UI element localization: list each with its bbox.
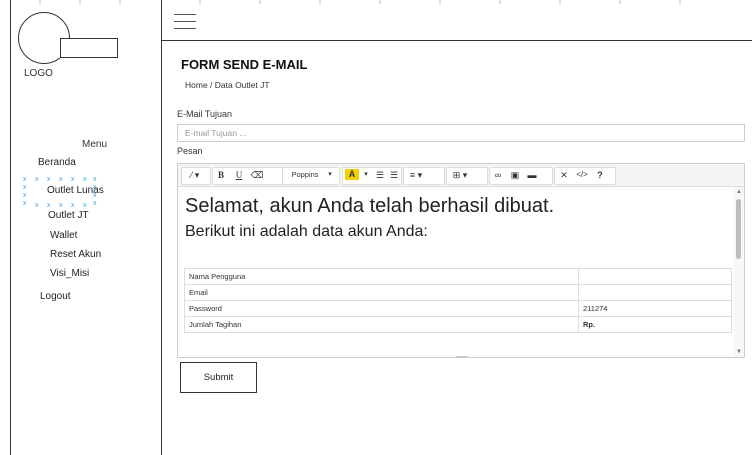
video-icon[interactable]: ▬ bbox=[525, 168, 539, 182]
table-cell-label: Nama Pengguna bbox=[184, 268, 579, 285]
table-cell-value: 211274 bbox=[578, 300, 732, 317]
underline-icon[interactable]: U bbox=[232, 168, 246, 182]
table-row: Jumlah Tagihan Rp. bbox=[184, 316, 732, 333]
editor-toolbar: ⁄ ▾ B U ⌫ Poppins ▾ A ▾ ☰ ☰ ≡ ▾ ⊞ ▾ ∞ ▣ … bbox=[178, 164, 744, 187]
top-bar bbox=[162, 0, 752, 41]
editor-scrollbar[interactable]: ▲ ▼ bbox=[734, 187, 744, 357]
sidebar-item-outlet-lunas[interactable]: Outlet Lunas bbox=[47, 185, 104, 196]
page-title: FORM SEND E-MAIL bbox=[181, 57, 308, 72]
link-icon[interactable]: ∞ bbox=[491, 168, 505, 182]
help-icon[interactable]: ? bbox=[593, 168, 607, 182]
scroll-down-icon[interactable]: ▼ bbox=[736, 349, 742, 355]
editor-content[interactable]: Selamat, akun Anda telah berhasil dibuat… bbox=[179, 187, 733, 357]
scroll-up-icon[interactable]: ▲ bbox=[736, 189, 742, 195]
ordered-list-icon[interactable]: ☰ bbox=[388, 168, 400, 182]
color-dropdown-icon[interactable]: ▾ bbox=[361, 168, 371, 182]
table-cell-value: Rp. bbox=[578, 316, 732, 333]
sidebar-item-beranda[interactable]: Beranda bbox=[38, 157, 76, 168]
code-view-icon[interactable]: </> bbox=[573, 168, 591, 182]
resize-grip[interactable] bbox=[456, 356, 468, 358]
scrollbar-thumb[interactable] bbox=[736, 199, 741, 259]
table-cell-label: Password bbox=[184, 300, 579, 317]
highlight-color-icon[interactable]: A bbox=[345, 169, 359, 180]
eraser-icon[interactable]: ⌫ bbox=[250, 168, 264, 182]
menu-title: Menu bbox=[82, 139, 108, 150]
fullscreen-icon[interactable]: ✕ bbox=[557, 168, 571, 182]
table-icon[interactable]: ⊞ ▾ bbox=[449, 168, 471, 182]
table-row: Email bbox=[184, 284, 732, 301]
sidebar-item-logout[interactable]: Logout bbox=[40, 291, 71, 302]
editor-heading: Selamat, akun Anda telah berhasil dibuat… bbox=[185, 195, 555, 217]
email-input[interactable] bbox=[177, 124, 745, 142]
table-row: Nama Pengguna bbox=[184, 268, 732, 285]
email-label: E-Mail Tujuan bbox=[177, 109, 233, 119]
submit-button[interactable]: Submit bbox=[180, 362, 257, 393]
sidebar-item-reset-akun[interactable]: Reset Akun bbox=[50, 249, 101, 260]
table-cell-label: Email bbox=[184, 284, 579, 301]
account-table: Nama Pengguna Email Password 211274 Juml… bbox=[184, 268, 732, 333]
sidebar-item-visi-misi[interactable]: Visi_Misi bbox=[50, 268, 89, 279]
image-icon[interactable]: ▣ bbox=[508, 168, 522, 182]
sidebar-item-wallet[interactable]: Wallet bbox=[50, 230, 77, 241]
logo-label: LOGO bbox=[24, 68, 53, 79]
breadcrumb[interactable]: Home / Data Outlet JT bbox=[185, 80, 270, 90]
table-cell-value bbox=[578, 268, 732, 285]
message-label: Pesan bbox=[177, 146, 203, 156]
table-row: Password 211274 bbox=[184, 300, 732, 317]
rich-text-editor[interactable]: ⁄ ▾ B U ⌫ Poppins ▾ A ▾ ☰ ☰ ≡ ▾ ⊞ ▾ ∞ ▣ … bbox=[177, 163, 745, 358]
logo-rect bbox=[60, 38, 118, 58]
font-name[interactable]: Poppins bbox=[285, 168, 325, 182]
chevron-down-icon[interactable]: ▾ bbox=[325, 168, 335, 182]
sidebar-item-outlet-jt[interactable]: Outlet JT bbox=[48, 210, 89, 221]
table-cell-label: Jumlah Tagihan bbox=[184, 316, 579, 333]
hamburger-menu-icon[interactable] bbox=[174, 14, 196, 30]
editor-subheading: Berikut ini adalah data akun Anda: bbox=[185, 223, 428, 240]
magic-wand-icon[interactable]: ⁄ ▾ bbox=[184, 168, 206, 182]
unordered-list-icon[interactable]: ☰ bbox=[374, 168, 386, 182]
bold-icon[interactable]: B bbox=[214, 168, 228, 182]
paragraph-align-icon[interactable]: ≡ ▾ bbox=[405, 168, 427, 182]
table-cell-value bbox=[578, 284, 732, 301]
